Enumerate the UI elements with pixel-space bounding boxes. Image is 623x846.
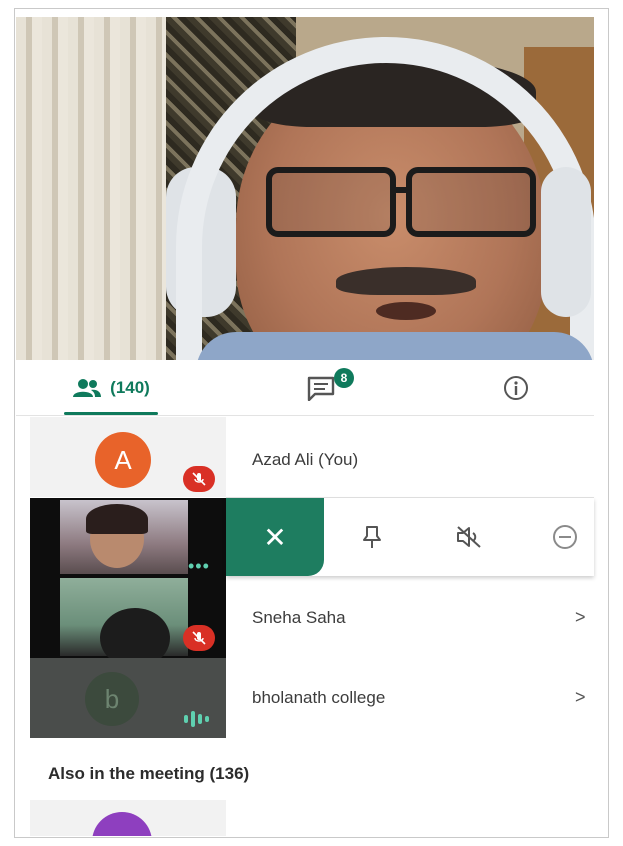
also-in-meeting-heading: Also in the meeting (136) <box>48 764 250 783</box>
chat-icon <box>307 376 335 401</box>
mic-off-indicator <box>183 466 215 492</box>
panel-tabs: (140) 8 <box>16 360 594 416</box>
avatar: b <box>85 672 139 726</box>
speaker-shirt <box>196 332 594 360</box>
chat-unread-badge: 8 <box>334 368 354 388</box>
mute-participant-button[interactable] <box>452 520 486 554</box>
video-thumbnail-bottom <box>60 578 188 658</box>
glasses-right-lens <box>406 167 536 237</box>
mic-off-icon <box>192 472 206 486</box>
close-icon: ✕ <box>263 521 287 553</box>
mic-off-icon <box>192 631 206 645</box>
video-thumbnail-top <box>60 500 188 574</box>
participant-tile-partial[interactable] <box>30 800 226 836</box>
close-actions-button[interactable]: ✕ <box>226 498 324 576</box>
main-speaker-video[interactable] <box>16 17 594 360</box>
more-dots-icon[interactable]: ••• <box>188 556 210 577</box>
speaker-mouth <box>376 302 436 320</box>
person-head <box>100 608 170 658</box>
glasses-left-lens <box>266 167 396 237</box>
glasses-bridge <box>394 187 410 193</box>
participant-name[interactable]: bholanath college <box>252 688 385 708</box>
info-icon <box>504 375 528 400</box>
pin-icon <box>363 526 381 548</box>
pin-button[interactable] <box>355 520 389 554</box>
avatar: A <box>95 432 151 488</box>
audio-wave-icon <box>184 708 214 730</box>
remove-participant-button[interactable] <box>548 520 582 554</box>
headphone-cup-right <box>541 167 591 317</box>
active-tab-indicator <box>64 412 158 415</box>
avatar <box>92 812 152 836</box>
chevron-right-icon[interactable]: > <box>575 687 586 708</box>
participant-name[interactable]: Sneha Saha <box>252 608 346 628</box>
tab-info[interactable] <box>486 360 546 415</box>
people-icon <box>73 378 102 397</box>
chevron-right-icon[interactable]: > <box>575 607 586 628</box>
remove-icon <box>553 525 577 549</box>
person-hair <box>86 504 148 534</box>
speaker-mustache <box>336 267 476 295</box>
background-curtain <box>16 17 166 360</box>
people-count: (140) <box>110 377 150 397</box>
mic-off-indicator <box>183 625 215 651</box>
avatar-initial: b <box>104 683 120 714</box>
tab-people[interactable]: (140) <box>46 360 176 415</box>
mute-icon <box>457 526 481 548</box>
participant-name[interactable]: Azad Ali (You) <box>252 450 358 470</box>
avatar-initial: A <box>114 444 132 475</box>
